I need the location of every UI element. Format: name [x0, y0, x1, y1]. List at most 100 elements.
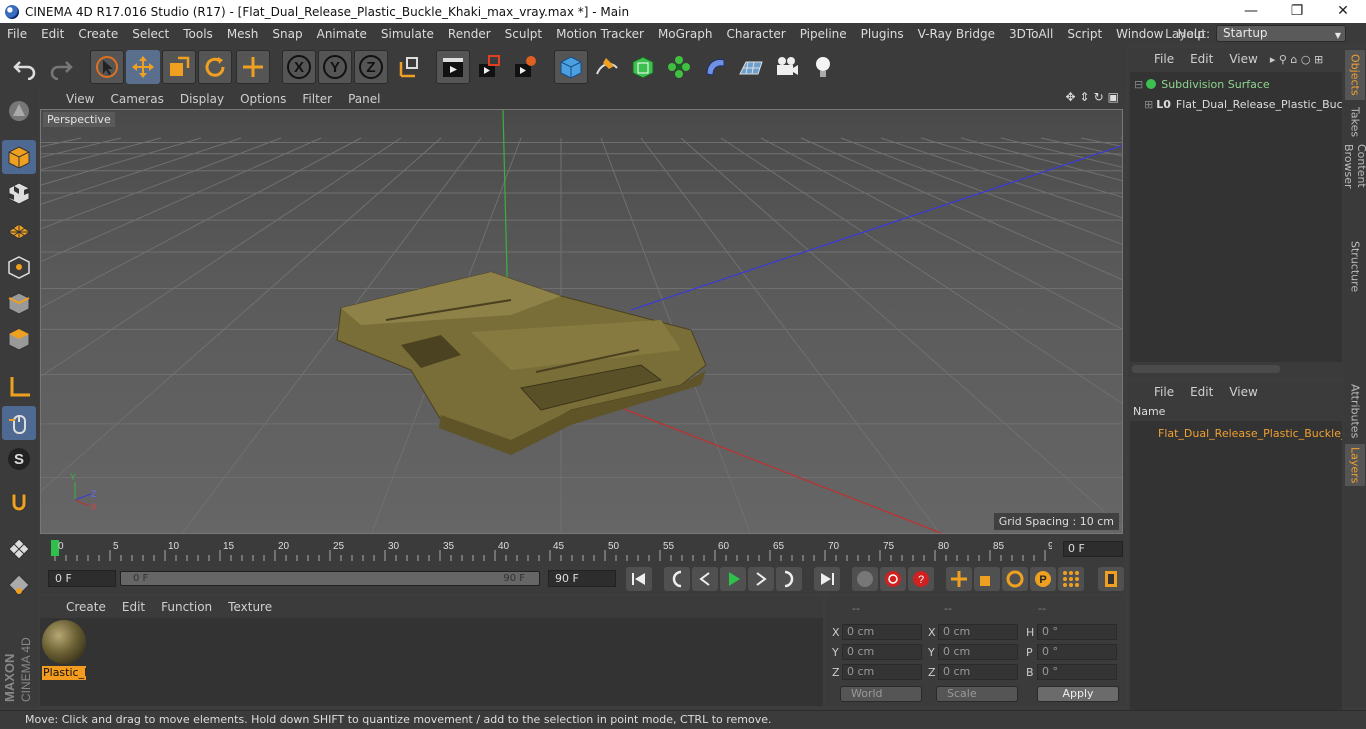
coordinate-mode-dropdown[interactable]: Scale [936, 686, 1018, 702]
buckle-model[interactable] [336, 271, 707, 455]
rotation-b-field[interactable]: 0 ° [1037, 664, 1117, 680]
current-frame-field[interactable]: 0 F [1063, 541, 1123, 557]
menu-script[interactable]: Script [1060, 27, 1109, 41]
position-x-field[interactable]: 0 cm [842, 624, 922, 640]
menu-3dtoall[interactable]: 3DToAll [1002, 27, 1060, 41]
enable-axis-button[interactable] [2, 370, 36, 404]
keyframe-selection-button[interactable] [852, 567, 878, 591]
perspective-viewport[interactable]: Y Z X Perspective Grid Spacing : 10 cm [40, 109, 1123, 534]
y-axis-lock-button[interactable]: Y [318, 50, 352, 84]
goto-start-button[interactable] [626, 567, 652, 591]
menu-tools[interactable]: Tools [176, 27, 220, 41]
viewport-menu-cameras[interactable]: Cameras [102, 92, 171, 106]
tweak-mode-button[interactable] [2, 406, 36, 440]
menu-mograph[interactable]: MoGraph [651, 27, 720, 41]
minimize-button[interactable]: — [1228, 0, 1274, 23]
object-menu-file[interactable]: File [1146, 52, 1182, 66]
viewport-menu-options[interactable]: Options [232, 92, 294, 106]
menu-file[interactable]: File [0, 27, 34, 41]
render-settings-button[interactable] [508, 50, 542, 84]
cloner-button[interactable] [662, 50, 696, 84]
texture-mode-button[interactable] [2, 176, 36, 210]
next-key-button[interactable] [776, 567, 802, 591]
pan-icon[interactable]: ✥ [1065, 90, 1075, 104]
size-z-field[interactable]: 0 cm [938, 664, 1018, 680]
tab-attributes[interactable]: Attributes [1345, 380, 1365, 442]
cube-primitive-button[interactable] [554, 50, 588, 84]
magnet-button[interactable] [2, 486, 36, 520]
start-frame-field[interactable]: 0 F [48, 570, 116, 587]
material-swatch[interactable]: Plastic_B [42, 620, 86, 680]
menu-motion-tracker[interactable]: Motion Tracker [549, 27, 651, 41]
render-view-button[interactable] [436, 50, 470, 84]
menu-edit[interactable]: Edit [34, 27, 71, 41]
object-toolbar-icons[interactable]: ▸ ⚲ ⌂ ○ ⊞ [1270, 53, 1323, 66]
viewport-solo-button[interactable] [2, 568, 36, 602]
tree-expand-icon[interactable]: ⊞ [1144, 98, 1153, 111]
timeline-ruler[interactable]: 0 5 10 15 20 25 30 35 40 45 50 55 60 65 70 75 80 85 90 [50, 538, 1052, 562]
orbit-icon[interactable]: ↻ [1094, 90, 1104, 104]
record-button[interactable] [880, 567, 906, 591]
size-y-field[interactable]: 0 cm [938, 644, 1018, 660]
key-rotation-button[interactable] [1002, 567, 1028, 591]
tab-structure[interactable]: Structure [1345, 238, 1365, 296]
x-axis-lock-button[interactable]: X [282, 50, 316, 84]
end-frame-field[interactable]: 90 F [548, 570, 616, 587]
object-menu-view[interactable]: View [1221, 52, 1265, 66]
solo-mode-button[interactable] [2, 532, 36, 566]
menu-vray-bridge[interactable]: V-Ray Bridge [911, 27, 1002, 41]
move-tool-button[interactable] [126, 50, 160, 84]
snapping-button[interactable]: S [2, 442, 36, 476]
material-menu-texture[interactable]: Texture [220, 600, 280, 614]
undo-button[interactable] [8, 50, 42, 84]
workplane-mode-button[interactable] [2, 212, 36, 246]
size-x-field[interactable]: 0 cm [938, 624, 1018, 640]
prev-frame-button[interactable] [692, 567, 718, 591]
object-row-subdivision[interactable]: ⊟ Subdivision Surface [1130, 74, 1342, 94]
rotation-p-field[interactable]: 0 ° [1037, 644, 1117, 660]
tree-toggle-icon[interactable]: ⊟ [1134, 78, 1143, 91]
viewport-menu-view[interactable]: View [58, 92, 102, 106]
pen-spline-button[interactable] [590, 50, 624, 84]
viewport-menu-display[interactable]: Display [172, 92, 232, 106]
menu-pipeline[interactable]: Pipeline [793, 27, 854, 41]
menu-animate[interactable]: Animate [310, 27, 374, 41]
menu-character[interactable]: Character [719, 27, 792, 41]
layer-row[interactable]: Flat_Dual_Release_Plastic_Buckle_ [1130, 423, 1342, 443]
make-editable-button[interactable] [2, 94, 36, 128]
layer-menu-file[interactable]: File [1146, 385, 1182, 399]
close-button[interactable]: ✕ [1320, 0, 1366, 23]
material-menu-function[interactable]: Function [153, 600, 220, 614]
frame-range-slider[interactable]: 0 F 90 F [120, 571, 540, 586]
menu-plugins[interactable]: Plugins [854, 27, 911, 41]
key-position-button[interactable] [946, 567, 972, 591]
menu-window[interactable]: Window [1109, 27, 1170, 41]
edges-mode-button[interactable] [2, 286, 36, 320]
camera-button[interactable] [770, 50, 804, 84]
menu-select[interactable]: Select [125, 27, 176, 41]
material-menu-create[interactable]: Create [58, 600, 114, 614]
light-button[interactable] [806, 50, 840, 84]
floor-button[interactable] [734, 50, 768, 84]
key-parameter-button[interactable]: P [1030, 567, 1056, 591]
menu-create[interactable]: Create [71, 27, 125, 41]
play-button[interactable] [720, 567, 746, 591]
scale-tool-button[interactable] [162, 50, 196, 84]
layer-menu-view[interactable]: View [1221, 385, 1265, 399]
live-selection-button[interactable] [90, 50, 124, 84]
recent-tool-button[interactable] [236, 50, 270, 84]
tab-layers[interactable]: Layers [1345, 444, 1365, 486]
rotation-h-field[interactable]: 0 ° [1037, 624, 1117, 640]
prev-key-button[interactable] [664, 567, 690, 591]
menu-sculpt[interactable]: Sculpt [498, 27, 549, 41]
viewport-menu-filter[interactable]: Filter [294, 92, 340, 106]
goto-end-button[interactable] [814, 567, 840, 591]
deformer-button[interactable] [698, 50, 732, 84]
tab-content-browser[interactable]: Content Browser [1342, 144, 1366, 234]
z-axis-lock-button[interactable]: Z [354, 50, 388, 84]
autokey-button[interactable]: ? [908, 567, 934, 591]
dolly-icon[interactable]: ⇕ [1080, 90, 1090, 104]
coordinate-system-button[interactable] [392, 50, 426, 84]
maximize-view-icon[interactable]: ▣ [1108, 90, 1119, 104]
tab-takes[interactable]: Takes [1345, 104, 1365, 140]
